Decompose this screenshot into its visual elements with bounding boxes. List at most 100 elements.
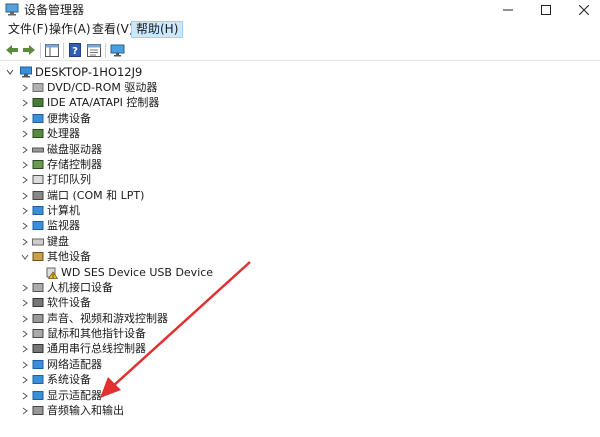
show-hide-console-tree-button[interactable] xyxy=(43,42,61,58)
properties-button[interactable] xyxy=(85,42,103,58)
tree-root[interactable]: DESKTOP-1HO12J9 xyxy=(0,64,600,80)
chevron-right-icon[interactable] xyxy=(21,361,29,369)
toolbar-separator xyxy=(63,43,64,58)
arrow-left-icon xyxy=(6,45,18,55)
tree-item-label: 打印队列 xyxy=(47,173,91,186)
tree-category-item[interactable]: 存储控制器 xyxy=(0,157,600,173)
dvd-icon xyxy=(32,83,44,92)
chevron-right-icon[interactable] xyxy=(21,407,29,415)
tree-item-label: WD SES Device USB Device xyxy=(61,266,214,279)
scan-monitor-icon xyxy=(110,44,124,56)
properties-icon xyxy=(87,43,101,57)
chevron-right-icon[interactable] xyxy=(21,299,29,307)
network-adapter-icon xyxy=(32,360,44,369)
chevron-right-icon[interactable] xyxy=(21,130,29,138)
chevron-right-icon[interactable] xyxy=(21,207,29,215)
tree-category-item[interactable]: 软件设备 xyxy=(0,295,600,311)
tree-category-item[interactable]: 计算机 xyxy=(0,203,600,219)
console-tree-icon xyxy=(45,43,59,57)
tree-category-item[interactable]: DVD/CD-ROM 驱动器 xyxy=(0,80,600,96)
display-adapter-icon xyxy=(32,391,44,400)
tree-category-item[interactable]: 打印队列 xyxy=(0,172,600,188)
help-button[interactable]: ? xyxy=(66,42,84,58)
disk-drive-icon xyxy=(32,147,44,153)
tree-category-item[interactable]: IDE ATA/ATAPI 控制器 xyxy=(0,95,600,111)
forward-button[interactable] xyxy=(20,42,38,58)
usb-controller-icon xyxy=(32,344,44,353)
chevron-right-icon[interactable] xyxy=(21,392,29,400)
mouse-icon xyxy=(32,329,44,338)
tree-category-item[interactable]: 处理器 xyxy=(0,126,600,142)
chevron-right-icon[interactable] xyxy=(21,238,29,246)
chevron-right-icon[interactable] xyxy=(21,161,29,169)
chevron-right-icon[interactable] xyxy=(21,146,29,154)
chevron-right-icon[interactable] xyxy=(21,345,29,353)
tree-item-label: 软件设备 xyxy=(47,296,91,309)
chevron-right-icon[interactable] xyxy=(21,284,29,292)
hid-icon xyxy=(32,283,44,292)
title-bar: 设备管理器 xyxy=(0,0,600,20)
tree-category-item[interactable]: 显示适配器 xyxy=(0,388,600,404)
tree-category-item[interactable]: 人机接口设备 xyxy=(0,280,600,296)
window-title: 设备管理器 xyxy=(24,3,85,17)
tree-category-item[interactable]: 音频输入和输出 xyxy=(0,403,600,419)
device-tree: DESKTOP-1HO12J9 DVD/CD-ROM 驱动器 IDE ATA/AT… xyxy=(0,62,600,437)
device-manager-app-icon xyxy=(5,3,19,16)
tree-item-label: DVD/CD-ROM 驱动器 xyxy=(47,81,158,94)
arrow-right-icon xyxy=(23,45,35,55)
minimize-icon xyxy=(503,9,513,11)
tree-item-label: 显示适配器 xyxy=(47,389,102,402)
chevron-right-icon[interactable] xyxy=(21,315,29,323)
computer-icon xyxy=(32,206,44,215)
chevron-down-icon[interactable] xyxy=(21,253,29,261)
portable-device-icon xyxy=(32,114,44,123)
tree-category-item[interactable]: 监视器 xyxy=(0,218,600,234)
tree-item-label: 系统设备 xyxy=(47,373,91,386)
tree-item-label: 键盘 xyxy=(47,235,69,248)
chevron-right-icon[interactable] xyxy=(21,84,29,92)
monitor-icon xyxy=(32,221,44,230)
keyboard-icon xyxy=(32,238,44,246)
ide-controller-icon xyxy=(32,98,44,107)
tree-item-label: 音频输入和输出 xyxy=(47,404,124,417)
chevron-right-icon[interactable] xyxy=(21,376,29,384)
chevron-right-icon[interactable] xyxy=(21,192,29,200)
sound-icon xyxy=(32,314,44,323)
chevron-down-icon[interactable] xyxy=(6,68,14,76)
tree-category-item[interactable]: 磁盘驱动器 xyxy=(0,142,600,158)
unknown-device-warning-icon xyxy=(46,267,58,279)
chevron-right-icon[interactable] xyxy=(21,176,29,184)
tree-category-item[interactable]: 鼠标和其他指针设备 xyxy=(0,326,600,342)
printer-icon xyxy=(32,175,44,184)
scan-hardware-button[interactable] xyxy=(108,42,126,58)
tree-category-item[interactable]: 其他设备 xyxy=(0,249,600,265)
tree-item-label: 声音、视频和游戏控制器 xyxy=(47,312,168,325)
close-button[interactable] xyxy=(561,0,600,20)
software-device-icon xyxy=(32,298,44,307)
chevron-right-icon[interactable] xyxy=(21,115,29,123)
tree-item-label: 网络适配器 xyxy=(47,358,102,371)
chevron-right-icon[interactable] xyxy=(21,222,29,230)
back-button[interactable] xyxy=(3,42,21,58)
close-icon xyxy=(579,5,589,15)
tree-item-label: 处理器 xyxy=(47,127,80,140)
tree-child-item[interactable]: WD SES Device USB Device xyxy=(0,265,600,281)
chevron-right-icon[interactable] xyxy=(21,99,29,107)
tree-category-item[interactable]: 系统设备 xyxy=(0,372,600,388)
chevron-right-icon[interactable] xyxy=(21,330,29,338)
maximize-icon xyxy=(541,5,551,15)
tree-item-label: 便携设备 xyxy=(47,112,91,125)
menu-help[interactable]: 帮助(H) xyxy=(131,21,184,38)
tree-item-label: 磁盘驱动器 xyxy=(47,143,102,156)
tree-category-item[interactable]: 声音、视频和游戏控制器 xyxy=(0,311,600,327)
tree-category-item[interactable]: 网络适配器 xyxy=(0,357,600,373)
tree-item-label: 监视器 xyxy=(47,219,80,232)
tree-category-item[interactable]: 便携设备 xyxy=(0,111,600,127)
toolbar-separator xyxy=(40,43,41,58)
tree-category-item[interactable]: 通用串行总线控制器 xyxy=(0,341,600,357)
tree-category-item[interactable]: 键盘 xyxy=(0,234,600,250)
tree-category-item[interactable]: 端口 (COM 和 LPT) xyxy=(0,188,600,204)
port-icon xyxy=(32,191,44,200)
storage-controller-icon xyxy=(32,160,44,169)
system-device-icon xyxy=(32,375,44,384)
